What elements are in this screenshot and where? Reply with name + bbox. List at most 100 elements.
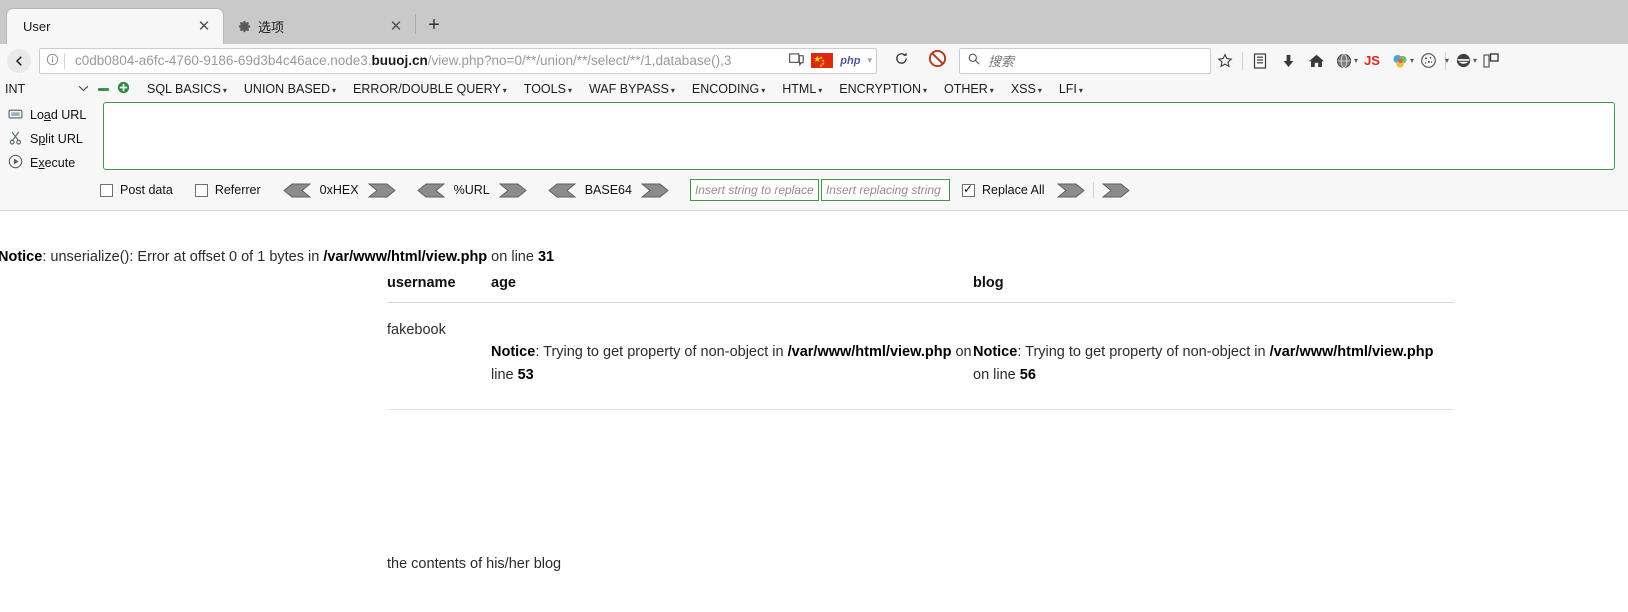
- request-textarea[interactable]: [103, 102, 1615, 170]
- add-icon[interactable]: [117, 81, 130, 97]
- china-flag-icon[interactable]: ★ ★ ★ ★ ★: [811, 53, 834, 68]
- url-decode-arrow-icon[interactable]: [416, 183, 445, 198]
- url-path: /view.php?no=0/**/union/**/select/**/1,d…: [427, 53, 732, 68]
- noscript-blocked-icon[interactable]: [923, 49, 951, 73]
- reader-mode-icon[interactable]: [789, 52, 804, 69]
- gear-icon: [237, 19, 252, 34]
- hackbar-panel: INT SQL BASICS ▾ UNION BASED ▾ ERROR/DOUBL…: [0, 77, 1628, 211]
- blog-notice-label: Notice: [973, 344, 1018, 360]
- row-separator: [1092, 182, 1094, 198]
- chevron-down-icon: ▾: [670, 86, 675, 95]
- menu-error-double-query[interactable]: ERROR/DOUBLE QUERY ▾: [353, 82, 507, 96]
- reload-button[interactable]: [887, 51, 915, 70]
- chevron-down-icon: ▾: [567, 86, 572, 95]
- tab-separator: [415, 14, 416, 34]
- replace-to-input[interactable]: Insert replacing string: [820, 179, 950, 201]
- home-icon[interactable]: [1302, 48, 1330, 74]
- split-url-label: Split URL: [30, 132, 83, 146]
- referrer-checkbox-box[interactable]: [194, 183, 208, 197]
- search-input-placeholder[interactable]: 搜索: [988, 51, 1014, 70]
- referrer-checkbox[interactable]: Referrer: [194, 183, 261, 197]
- base64-encode-arrow-icon[interactable]: [640, 183, 669, 198]
- post-data-checkbox-box[interactable]: [100, 183, 113, 197]
- menu-encoding-label: ENCODING: [691, 82, 760, 96]
- menu-encryption[interactable]: ENCRYPTION ▾: [839, 82, 927, 96]
- base64-decode-arrow-icon[interactable]: [547, 183, 576, 198]
- split-url-button[interactable]: Split URL: [4, 127, 100, 151]
- hackbar-menu-bar: INT SQL BASICS ▾ UNION BASED ▾ ERROR/DOUBL…: [0, 77, 1628, 101]
- tab-options[interactable]: 选项 ✕: [225, 8, 415, 44]
- hex-decode-arrow-icon[interactable]: [282, 183, 311, 198]
- menu-lfi[interactable]: LFI ▾: [1059, 82, 1083, 96]
- search-icon: [968, 53, 980, 68]
- base64-label: BASE64: [584, 183, 632, 197]
- notice-text: : unserialize(): Error at offset 0 of 1 …: [42, 249, 324, 265]
- hex-encode-arrow-icon[interactable]: [367, 183, 396, 198]
- hackbar-type-value: INT: [5, 82, 26, 96]
- new-tab-button[interactable]: +: [422, 14, 446, 38]
- sidebar-icon[interactable]: [1477, 48, 1505, 74]
- tab-user[interactable]: User ✕: [6, 8, 224, 44]
- menu-sql-basics[interactable]: SQL BASICS ▾: [147, 82, 227, 96]
- menu-xss-label: XSS: [1010, 82, 1036, 96]
- menu-lfi-label: LFI: [1058, 82, 1077, 96]
- menu-union-based[interactable]: UNION BASED ▾: [244, 82, 336, 96]
- menu-tools[interactable]: TOOLS ▾: [524, 82, 572, 96]
- menu-waf-bypass[interactable]: WAF BYPASS ▾: [589, 82, 675, 96]
- collapse-icon[interactable]: [97, 82, 110, 97]
- blog-contents-text: the contents of his/her blog: [387, 556, 562, 572]
- chevron-down-icon: ▾: [1037, 86, 1042, 95]
- menu-encryption-label: ENCRYPTION: [839, 82, 922, 96]
- js-toggle-icon[interactable]: JS: [1358, 48, 1386, 74]
- bookmark-star-icon[interactable]: [1211, 48, 1239, 74]
- play-icon: [4, 154, 26, 172]
- load-url-label: Load URL: [30, 108, 87, 122]
- hackbar-type-select[interactable]: INT: [5, 80, 89, 98]
- url-encode-arrow-icon[interactable]: [498, 183, 527, 198]
- tab-user-label: User: [23, 19, 51, 34]
- menu-xss[interactable]: XSS ▾: [1011, 82, 1042, 96]
- menu-html[interactable]: HTML ▾: [782, 82, 822, 96]
- menu-encoding[interactable]: ENCODING ▾: [692, 82, 765, 96]
- chevron-down-icon: ▾: [989, 86, 994, 95]
- chevron-down-icon: ▾: [222, 86, 227, 95]
- age-notice-line: 53: [517, 367, 534, 383]
- menu-html-label: HTML: [782, 82, 817, 96]
- load-url-button[interactable]: Load URL: [4, 103, 100, 127]
- hackbar-actions: Load URL Split URL Execute: [4, 103, 100, 175]
- post-data-checkbox[interactable]: Post data: [100, 183, 173, 197]
- column-header-username: username: [387, 275, 456, 291]
- cell-age-notice: Notice: Trying to get property of non-ob…: [491, 319, 973, 387]
- blog-notice-text: : Trying to get property of non-object i…: [1017, 344, 1270, 360]
- downloads-icon[interactable]: [1274, 48, 1302, 74]
- execute-label: Execute: [30, 156, 76, 170]
- execute-button[interactable]: Execute: [4, 151, 100, 175]
- url-text[interactable]: c0db0804-a6fc-4760-9186-69d3b4c46ace.nod…: [65, 53, 782, 68]
- chevron-down-icon: [78, 84, 89, 94]
- menu-sql-basics-label: SQL BASICS: [147, 82, 221, 96]
- library-icon[interactable]: [1246, 48, 1274, 74]
- menu-other[interactable]: OTHER ▾: [944, 82, 994, 96]
- hex-encoder-group: 0xHEX: [282, 183, 396, 198]
- menu-tools-label: TOOLS: [523, 82, 566, 96]
- back-button[interactable]: [7, 48, 31, 73]
- search-bar[interactable]: 搜索: [959, 47, 1211, 74]
- tab-user-close-icon[interactable]: ✕: [191, 14, 217, 40]
- menu-waf-bypass-label: WAF BYPASS: [588, 82, 669, 96]
- page-content: Notice : unserialize(): Error at offset 0…: [0, 211, 1628, 612]
- url-bar[interactable]: c0db0804-a6fc-4760-9186-69d3b4c46ace.nod…: [39, 47, 877, 74]
- replace-all-checkbox-box[interactable]: [961, 182, 975, 197]
- replace-apply-arrow-icon[interactable]: [1056, 183, 1085, 198]
- site-info-icon[interactable]: [40, 53, 64, 69]
- column-header-blog: blog: [973, 275, 1004, 291]
- extra-apply-arrow-icon[interactable]: [1101, 183, 1130, 198]
- replace-all-checkbox[interactable]: Replace All: [961, 182, 1045, 197]
- age-notice-file: /var/www/html/view.php: [787, 344, 952, 360]
- replace-from-input[interactable]: Insert string to replace: [689, 179, 819, 201]
- cookie-editor-icon[interactable]: [1414, 48, 1442, 74]
- user-table: username age blog fakebook Notice: Tryin…: [387, 275, 1454, 410]
- referrer-label: Referrer: [214, 183, 261, 197]
- browser-window: User ✕ 选项 ✕ + c0db0804-a6fc-4760-9186-69…: [0, 0, 1628, 612]
- chevron-down-icon[interactable]: ▾: [867, 55, 872, 66]
- tab-options-close-icon[interactable]: ✕: [383, 13, 409, 39]
